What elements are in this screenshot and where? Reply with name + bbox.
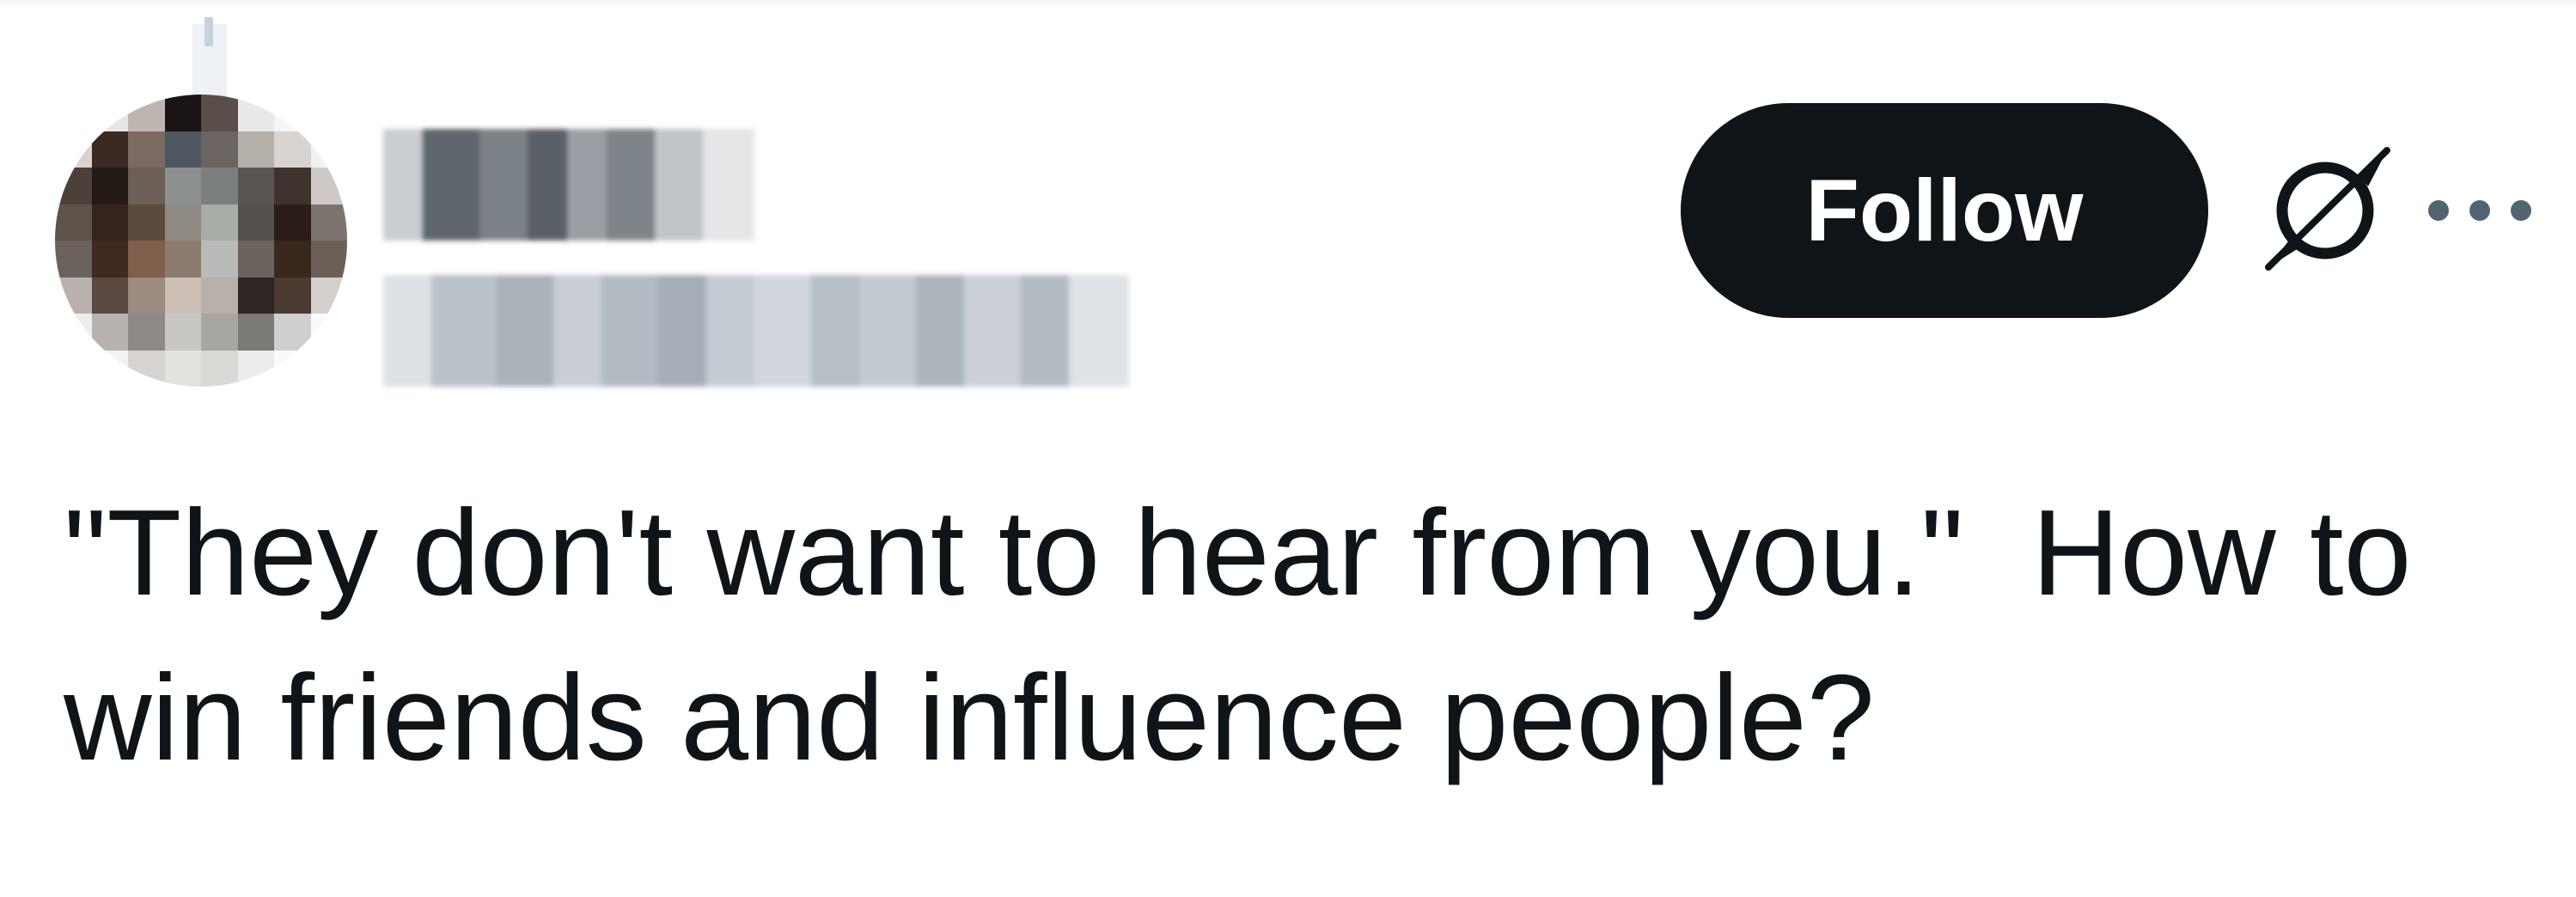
- author-name-redacted[interactable]: [383, 129, 761, 241]
- more-horizontal-icon[interactable]: [2428, 185, 2531, 236]
- more-dot: [2469, 200, 2490, 221]
- avatar[interactable]: [55, 95, 347, 387]
- top-divider: [0, 0, 2576, 7]
- author-handle-redacted[interactable]: [383, 275, 1225, 387]
- author-identity[interactable]: [375, 103, 1234, 395]
- post-text: "They don't want to hear from you." How …: [64, 485, 2445, 786]
- follow-button[interactable]: Follow: [1681, 103, 2208, 318]
- more-dot: [2428, 200, 2449, 221]
- grok-icon[interactable]: [2256, 142, 2394, 279]
- more-dot: [2511, 200, 2531, 221]
- post-actions: Follow: [1681, 103, 2531, 318]
- avatar-decoration: [192, 17, 227, 101]
- post-header: Follow: [48, 17, 2531, 387]
